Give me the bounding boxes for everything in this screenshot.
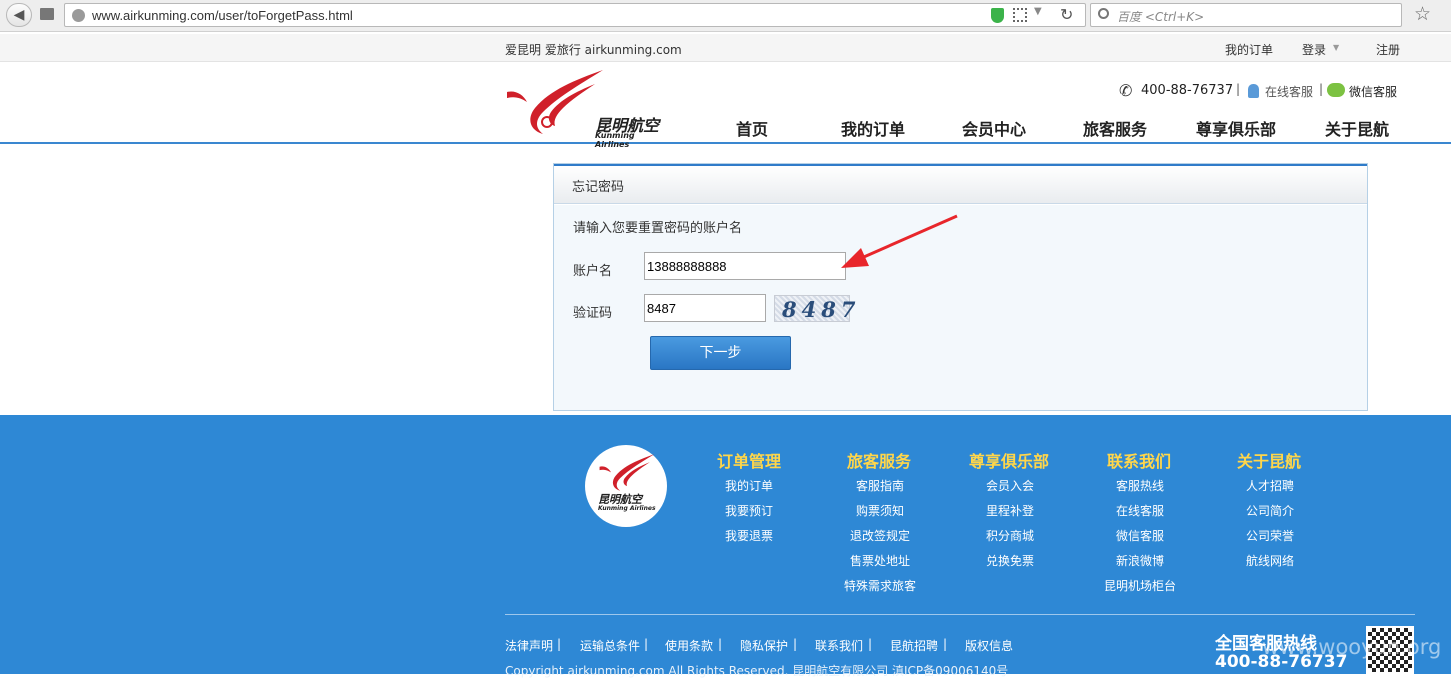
divider: | — [1236, 82, 1241, 96]
footer-bottom-link[interactable]: 版权信息 — [965, 637, 1013, 654]
wechat-icon — [1327, 83, 1345, 97]
top-utility-bar: 爱昆明 爱旅行 airkunming.com 我的订单 登录 ▼ 注册 — [0, 34, 1451, 62]
footer-heading-contact: 联系我们 — [1107, 452, 1172, 471]
reload-icon[interactable]: ↻ — [1060, 5, 1073, 24]
copyright-text: Copyright airkunming.com All Rights Rese… — [505, 664, 1009, 678]
footer-link[interactable]: 在线客服 — [1090, 502, 1190, 519]
airline-logo[interactable]: 昆明航空 Kunming Airlines — [505, 68, 670, 149]
footer-bottom-link[interactable]: 法律声明 — [505, 637, 553, 654]
footer-heading-about: 关于昆航 — [1237, 452, 1302, 471]
nav-member-center[interactable]: 会员中心 — [962, 116, 1026, 140]
footer-link[interactable]: 我的订单 — [709, 477, 789, 494]
footer-link[interactable]: 售票处地址 — [830, 552, 930, 569]
footer-link[interactable]: 客服指南 — [830, 477, 930, 494]
nav-home[interactable]: 首页 — [736, 116, 768, 140]
footer-link[interactable]: 新浪微博 — [1090, 552, 1190, 569]
wechat-service-link[interactable]: 微信客服 — [1349, 83, 1397, 100]
site-tagline: 爱昆明 爱旅行 airkunming.com — [505, 43, 682, 57]
search-icon — [1098, 8, 1109, 19]
nav-vip-club[interactable]: 尊享俱乐部 — [1196, 116, 1276, 140]
footer-bottom-link[interactable]: 隐私保护 — [740, 637, 788, 654]
footer-link[interactable]: 会员入会 — [960, 477, 1060, 494]
footer-link[interactable]: 人才招聘 — [1220, 477, 1320, 494]
footer-link[interactable]: 购票须知 — [830, 502, 930, 519]
forgot-password-panel: 忘记密码 请输入您要重置密码的账户名 账户名 验证码 8487 下一步 — [553, 163, 1368, 411]
footer-link[interactable]: 客服热线 — [1090, 477, 1190, 494]
phone-icon: ✆ — [1119, 81, 1133, 100]
divider: | — [1319, 82, 1324, 96]
bookmarks-icon[interactable] — [40, 8, 54, 20]
globe-icon — [72, 9, 85, 22]
annotation-arrow-icon — [841, 214, 958, 268]
panel-title: 忘记密码 — [572, 180, 625, 195]
footer-heading-passenger: 旅客服务 — [847, 452, 912, 471]
site-footer: 昆明航空 Kunming Airlines 订单管理 我的订单 我要预订 我要退… — [0, 415, 1451, 678]
captcha-input[interactable] — [644, 294, 766, 322]
separator: | — [557, 637, 562, 651]
shield-icon — [991, 8, 1004, 23]
my-orders-link[interactable]: 我的订单 — [1225, 41, 1273, 58]
captcha-image[interactable]: 8487 — [774, 295, 855, 322]
footer-link[interactable]: 里程补登 — [960, 502, 1060, 519]
footer-divider — [505, 614, 1415, 615]
footer-link[interactable]: 我要预订 — [709, 502, 789, 519]
chevron-down-icon: ▼ — [1333, 43, 1340, 52]
dropdown-arrow-icon[interactable]: ▼ — [1034, 6, 1042, 17]
footer-link[interactable]: 昆明机场柜台 — [1090, 577, 1190, 594]
footer-link[interactable]: 我要退票 — [709, 527, 789, 544]
qr-code-icon[interactable] — [1013, 8, 1027, 22]
panel-header: 忘记密码 — [554, 164, 1367, 204]
nav-about[interactable]: 关于昆航 — [1325, 116, 1389, 140]
footer-bottom-link[interactable]: 运输总条件 — [580, 637, 640, 654]
register-link[interactable]: 注册 — [1376, 41, 1400, 58]
account-input[interactable] — [644, 252, 846, 280]
footer-link[interactable]: 航线网络 — [1220, 552, 1320, 569]
footer-link[interactable]: 特殊需求旅客 — [830, 577, 930, 594]
footer-bottom-link[interactable]: 昆航招聘 — [890, 637, 938, 654]
footer-bottom-link[interactable]: 联系我们 — [815, 637, 863, 654]
account-label: 账户名 — [573, 264, 613, 279]
login-link[interactable]: 登录 — [1302, 41, 1326, 58]
logo-english-name: Kunming Airlines — [595, 131, 635, 149]
separator: | — [868, 637, 873, 651]
service-phone: 400-88-76737 — [1141, 83, 1234, 98]
instruction-text: 请输入您要重置密码的账户名 — [573, 221, 743, 236]
next-step-button[interactable]: 下一步 — [650, 336, 791, 370]
captcha-label: 验证码 — [573, 306, 613, 321]
footer-heading-orders: 订单管理 — [717, 452, 782, 471]
online-service-link[interactable]: 在线客服 — [1265, 83, 1313, 100]
footer-heading-club: 尊享俱乐部 — [969, 452, 1050, 471]
captcha-image-text: 8487 — [782, 297, 861, 322]
search-placeholder: 百度 <Ctrl+K> — [1117, 10, 1205, 24]
nav-my-orders[interactable]: 我的订单 — [841, 116, 905, 140]
star-icon[interactable]: ☆ — [1414, 3, 1431, 25]
phoenix-logo-icon — [599, 454, 655, 491]
footer-link[interactable]: 兑换免票 — [960, 552, 1060, 569]
browser-toolbar: ◀ www.airkunming.com/user/toForgetPass.h… — [0, 0, 1451, 32]
watermark-text: www.wooyun.org — [1262, 635, 1442, 659]
url-text: www.airkunming.com/user/toForgetPass.htm… — [92, 8, 353, 23]
separator: | — [943, 637, 948, 651]
nav-passenger-service[interactable]: 旅客服务 — [1083, 116, 1147, 140]
separator: | — [644, 637, 649, 651]
footer-link[interactable]: 公司简介 — [1220, 502, 1320, 519]
footer-link[interactable]: 积分商城 — [960, 527, 1060, 544]
footer-link[interactable]: 退改签规定 — [830, 527, 930, 544]
footer-bottom-link[interactable]: 使用条款 — [665, 637, 713, 654]
back-button[interactable]: ◀ — [6, 3, 32, 27]
site-header: 昆明航空 Kunming Airlines ✆ 400-88-76737 | 在… — [0, 62, 1451, 149]
footer-logo[interactable]: 昆明航空 Kunming Airlines — [585, 445, 667, 527]
separator: | — [718, 637, 723, 651]
search-bar[interactable]: 百度 <Ctrl+K> — [1090, 3, 1402, 27]
phoenix-logo-icon — [507, 70, 603, 134]
address-bar[interactable]: www.airkunming.com/user/toForgetPass.htm… — [64, 3, 1086, 27]
separator: | — [793, 637, 798, 651]
footer-logo-english: Kunming Airlines — [598, 505, 656, 512]
online-service-icon — [1248, 84, 1259, 98]
footer-link[interactable]: 微信客服 — [1090, 527, 1190, 544]
footer-link[interactable]: 公司荣誉 — [1220, 527, 1320, 544]
